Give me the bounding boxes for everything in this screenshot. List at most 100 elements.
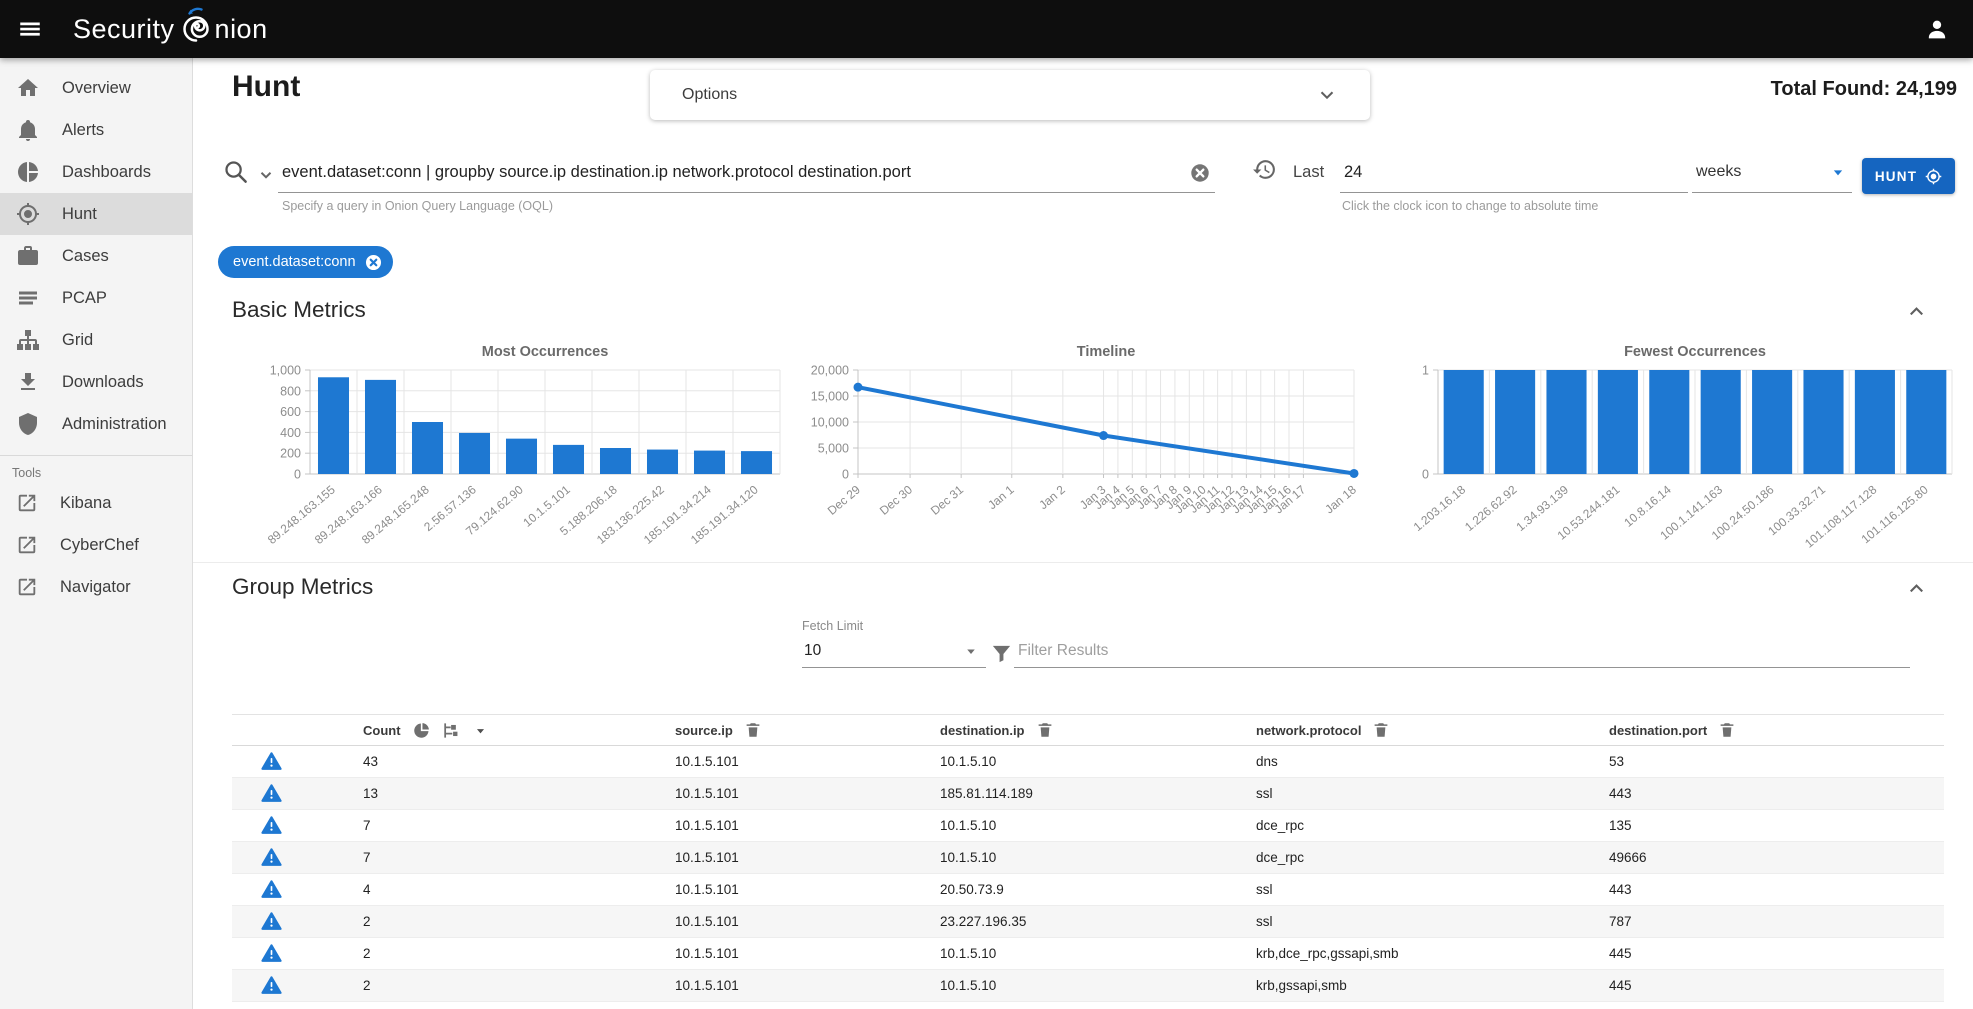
sidebar-item-overview[interactable]: Overview [0, 67, 192, 109]
svg-text:Dec 30: Dec 30 [877, 482, 915, 517]
table-cell: 13 [363, 786, 675, 801]
svg-text:10.8.16.14: 10.8.16.14 [1621, 482, 1674, 529]
header-cell-network-protocol: network.protocol [1256, 721, 1609, 739]
sidebar-item-dashboards[interactable]: Dashboards [0, 151, 192, 193]
table-cell: krb,gssapi,smb [1256, 978, 1609, 993]
table-cell: 2 [363, 978, 675, 993]
svg-text:15,000: 15,000 [811, 390, 849, 404]
sidebar-item-alerts[interactable]: Alerts [0, 109, 192, 151]
crosshairs-icon [16, 202, 40, 226]
time-value-input[interactable] [1340, 163, 1688, 182]
briefcase-icon [16, 244, 40, 268]
options-panel-toggle[interactable]: Options [650, 70, 1370, 120]
clear-query-button[interactable] [1189, 162, 1211, 184]
time-unit-select[interactable]: weeks [1692, 152, 1852, 193]
warning-triangle-icon[interactable] [261, 879, 282, 900]
svg-text:800: 800 [280, 384, 301, 398]
header-cell-destination-port: destination.port [1609, 721, 1944, 739]
table-row: 210.1.5.10110.1.5.10krb,dce_rpc,gssapi,s… [232, 938, 1944, 970]
table-cell: 10.1.5.101 [675, 850, 940, 865]
warning-triangle-icon[interactable] [261, 943, 282, 964]
trash-icon[interactable] [1036, 721, 1054, 739]
row-action-cell [232, 879, 363, 900]
fetch-limit-label: Fetch Limit [802, 619, 863, 633]
sidebar-item-kibana[interactable]: Kibana [0, 482, 192, 524]
sidebar-item-navigator[interactable]: Navigator [0, 566, 192, 608]
warning-triangle-icon[interactable] [261, 751, 282, 772]
warning-triangle-icon[interactable] [261, 847, 282, 868]
clear-circle-icon [1189, 162, 1211, 184]
page-title: Hunt [232, 70, 300, 104]
row-action-cell [232, 847, 363, 868]
svg-text:1.203.16.18: 1.203.16.18 [1411, 482, 1469, 534]
query-input[interactable] [278, 163, 1215, 182]
user-menu-button[interactable] [1923, 15, 1951, 43]
chevron-down-icon [257, 166, 275, 184]
warning-triangle-icon[interactable] [261, 815, 282, 836]
packet-lines-icon [16, 286, 40, 310]
relative-time-toggle-button[interactable] [1252, 157, 1277, 182]
sidebar-item-label: Navigator [60, 578, 131, 597]
caret-down-icon[interactable] [472, 722, 489, 739]
svg-text:Jan 2: Jan 2 [1036, 482, 1068, 512]
search-button[interactable] [222, 158, 249, 185]
sidebar-item-downloads[interactable]: Downloads [0, 361, 192, 403]
sidebar-item-cyberchef[interactable]: CyberChef [0, 524, 192, 566]
filter-chip[interactable]: event.dataset:conn [218, 246, 393, 278]
trash-icon[interactable] [744, 721, 762, 739]
pie-chart-icon [16, 160, 40, 184]
row-action-cell [232, 783, 363, 804]
table-cell: 10.1.5.101 [675, 754, 940, 769]
sidebar-item-hunt[interactable]: Hunt [0, 193, 192, 235]
table-cell: 10.1.5.10 [940, 978, 1256, 993]
brand-suffix: nion [215, 14, 268, 45]
sidebar-item-cases[interactable]: Cases [0, 235, 192, 277]
fetch-limit-select[interactable]: 10 [802, 634, 986, 668]
section-divider [193, 562, 1973, 563]
trash-icon[interactable] [1718, 721, 1736, 739]
sidebar-item-label: Downloads [62, 373, 144, 392]
table-cell: 4 [363, 882, 675, 897]
time-value-field [1340, 152, 1688, 193]
remove-filter-button[interactable] [364, 253, 383, 272]
table-cell: 10.1.5.101 [675, 786, 940, 801]
sankey-chart-toggle-icon[interactable] [442, 721, 461, 740]
filter-results-input[interactable] [1014, 642, 1910, 660]
filter-chip-label: event.dataset:conn [233, 254, 356, 270]
svg-text:Fewest Occurrences: Fewest Occurrences [1624, 344, 1766, 360]
table-cell: dce_rpc [1256, 850, 1609, 865]
warning-triangle-icon[interactable] [261, 911, 282, 932]
menu-toggle-button[interactable] [13, 12, 47, 46]
sidebar-item-administration[interactable]: Administration [0, 403, 192, 445]
svg-text:0: 0 [294, 468, 301, 482]
warning-triangle-icon[interactable] [261, 975, 282, 996]
sitemap-icon [16, 328, 40, 352]
trash-icon[interactable] [1372, 721, 1390, 739]
row-action-cell [232, 943, 363, 964]
table-cell: 43 [363, 754, 675, 769]
query-history-caret-button[interactable] [257, 166, 275, 184]
column-label: destination.port [1609, 723, 1707, 738]
caret-down-icon [1828, 162, 1848, 182]
pie-chart-toggle-icon[interactable] [412, 721, 431, 740]
group-table: Count source.ip destination.ip network.p… [232, 714, 1944, 1002]
table-cell: dns [1256, 754, 1609, 769]
header-cell-source-ip: source.ip [675, 721, 940, 739]
search-icon [222, 158, 249, 185]
sidebar-item-grid[interactable]: Grid [0, 319, 192, 361]
sidebar-item-label: Grid [62, 331, 93, 350]
sidebar-item-label: Cases [62, 247, 109, 266]
group-metrics-collapse-button[interactable] [1905, 577, 1928, 600]
svg-text:Dec 29: Dec 29 [825, 482, 863, 517]
table-row: 1310.1.5.101185.81.114.189ssl443 [232, 778, 1944, 810]
row-action-cell [232, 815, 363, 836]
timeline-chart: Timeline05,00010,00015,00020,000Dec 29De… [798, 336, 1370, 566]
warning-triangle-icon[interactable] [261, 783, 282, 804]
user-icon [1923, 15, 1951, 43]
hunt-button[interactable]: HUNT [1862, 158, 1955, 194]
sidebar-item-pcap[interactable]: PCAP [0, 277, 192, 319]
basic-metrics-collapse-button[interactable] [1905, 300, 1928, 323]
sidebar-item-label: PCAP [62, 289, 107, 308]
tools-section-label: Tools [0, 456, 192, 482]
table-cell: 2 [363, 946, 675, 961]
